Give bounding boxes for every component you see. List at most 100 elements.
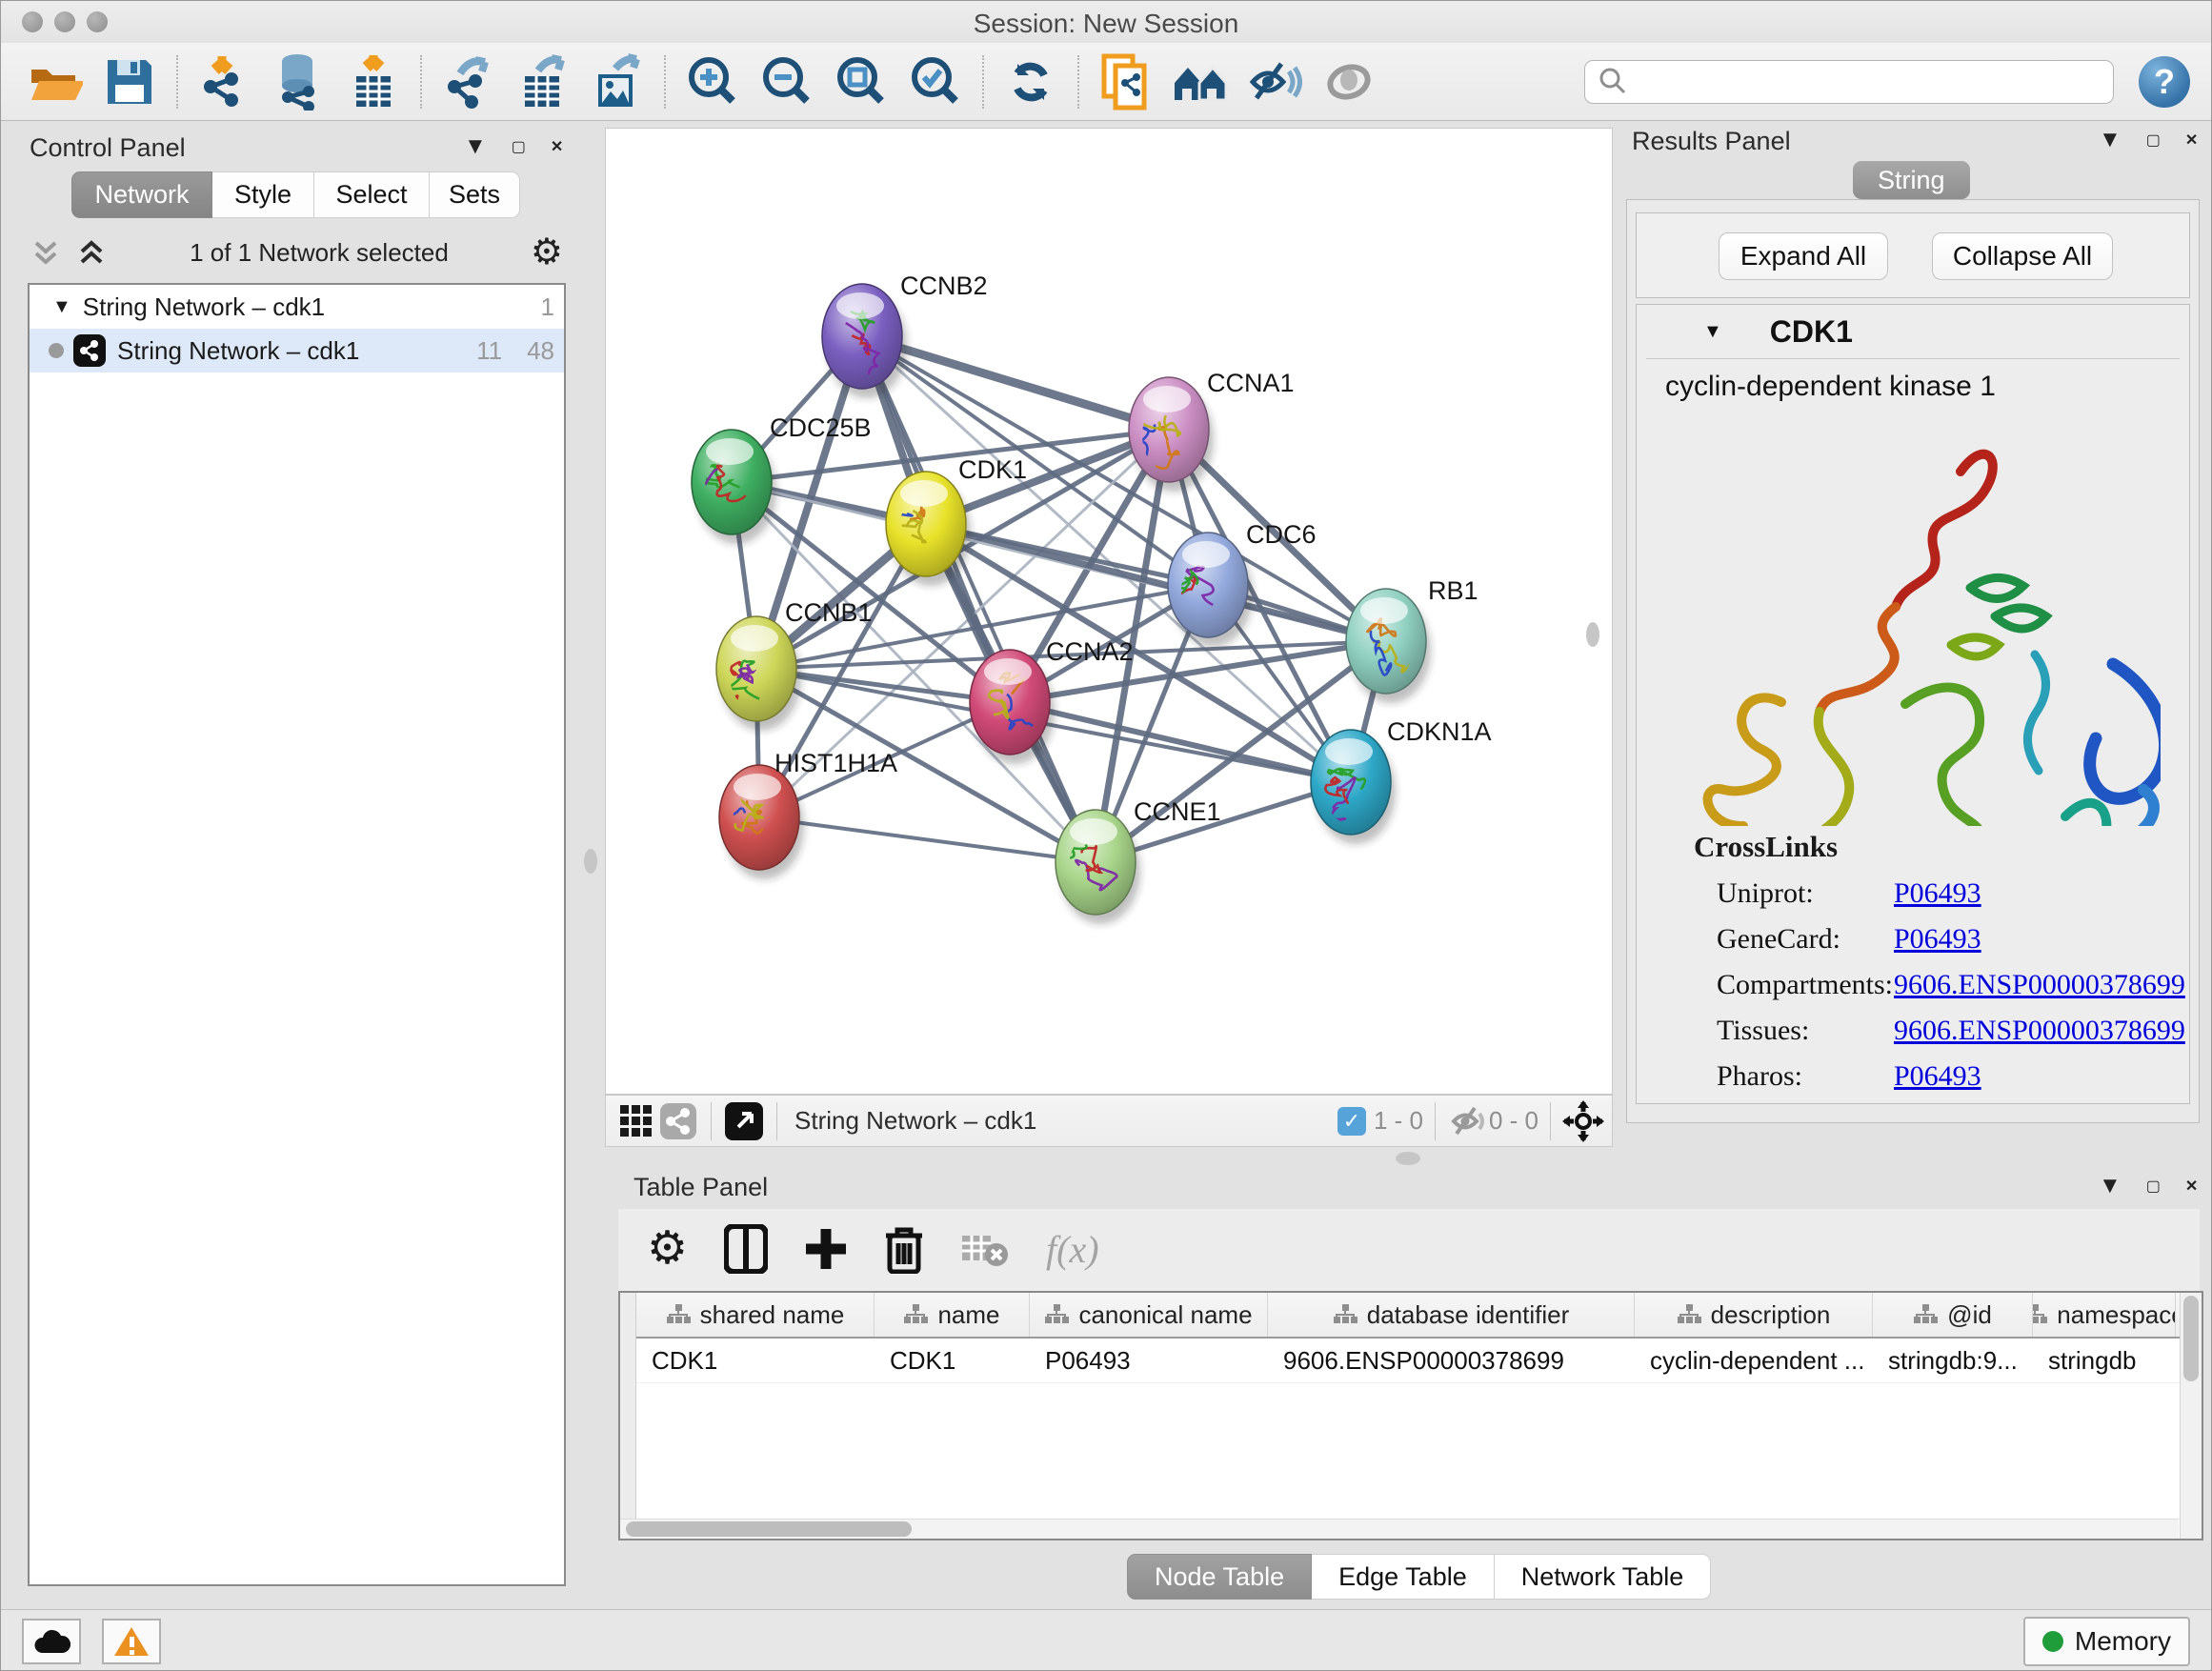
detach-view-icon[interactable] xyxy=(723,1100,765,1142)
warning-status-button[interactable] xyxy=(102,1619,161,1664)
table-cell[interactable]: CDK1 xyxy=(636,1339,875,1382)
search-input[interactable] xyxy=(1584,60,2114,104)
column-header--id[interactable]: @id xyxy=(1873,1293,2033,1337)
collection-expander-icon[interactable]: ▼ xyxy=(52,296,71,318)
table-cell[interactable]: stringdb xyxy=(2033,1339,2176,1382)
copy-network-button[interactable] xyxy=(1089,49,1163,115)
network-node-CCNB2[interactable]: CCNB2 xyxy=(822,272,988,398)
export-network-button[interactable] xyxy=(432,49,506,115)
column-header-shared-name[interactable]: shared name xyxy=(636,1293,875,1337)
tab-select[interactable]: Select xyxy=(314,171,430,218)
zoom-selected-button[interactable] xyxy=(898,49,973,115)
column-header-name[interactable]: name xyxy=(875,1293,1030,1337)
bottom-splitter-handle[interactable] xyxy=(1396,1152,1420,1165)
crosslink-pharos-link[interactable]: P06493 xyxy=(1894,1060,1981,1093)
column-header-database-identifier[interactable]: database identifier xyxy=(1268,1293,1635,1337)
protein-expander-icon[interactable]: ▼ xyxy=(1703,321,1722,343)
hide-unhide-button[interactable] xyxy=(1237,49,1312,115)
float-panel-icon[interactable]: ▢ xyxy=(512,137,526,156)
float-panel-icon[interactable]: ▢ xyxy=(2146,1177,2161,1196)
network-graph[interactable]: CCNB2CCNA1CDC25BCDK1CDC6RB1CCNB1CCNA2CDK… xyxy=(606,129,1612,1094)
network-edge-CCNB2-CCNE1[interactable] xyxy=(862,336,1096,862)
left-splitter-handle[interactable] xyxy=(584,849,597,874)
network-collection-row[interactable]: ▼ String Network – cdk1 1 xyxy=(30,285,564,329)
table-row[interactable]: CDK1CDK1P064939606.ENSP00000378699cyclin… xyxy=(636,1339,2180,1383)
close-panel-icon[interactable]: ✕ xyxy=(2185,131,2198,150)
crosslink-tissues-link[interactable]: 9606.ENSP00000378699 xyxy=(1894,1015,2185,1047)
open-session-button[interactable] xyxy=(18,49,92,115)
add-column-icon[interactable] xyxy=(804,1227,848,1271)
cloud-status-button[interactable] xyxy=(22,1619,81,1664)
column-header-canonical-name[interactable]: canonical name xyxy=(1030,1293,1268,1337)
function-builder-icon[interactable]: f(x) xyxy=(1046,1227,1099,1272)
expand-all-button[interactable]: Expand All xyxy=(1719,232,1888,280)
refresh-button[interactable] xyxy=(994,49,1068,115)
delete-column-icon[interactable] xyxy=(884,1224,924,1274)
import-network-database-button[interactable] xyxy=(262,49,336,115)
float-panel-icon[interactable]: ▢ xyxy=(2146,131,2161,150)
zoom-in-button[interactable] xyxy=(675,49,750,115)
home-view-button[interactable] xyxy=(1163,49,1237,115)
tab-edge-table[interactable]: Edge Table xyxy=(1312,1554,1495,1600)
close-panel-icon[interactable]: ✕ xyxy=(2185,1177,2198,1196)
delete-table-icon[interactable] xyxy=(960,1230,1010,1268)
expand-all-icon[interactable] xyxy=(30,235,62,270)
tab-string[interactable]: String xyxy=(1853,161,1970,199)
network-edge-CCNB2-CCNA1[interactable] xyxy=(862,336,1169,430)
show-columns-icon[interactable] xyxy=(724,1224,768,1274)
zoom-fit-button[interactable] xyxy=(824,49,898,115)
network-share-view-icon[interactable] xyxy=(657,1100,699,1142)
grid-view-icon[interactable] xyxy=(615,1100,657,1142)
table-cell[interactable]: 9606.ENSP00000378699 xyxy=(1268,1339,1635,1382)
network-row[interactable]: String Network – cdk1 11 48 xyxy=(30,329,564,372)
table-gear-icon[interactable]: ⚙ xyxy=(647,1226,688,1272)
tab-network-table[interactable]: Network Table xyxy=(1495,1554,1712,1600)
crosslink-compartments-link[interactable]: 9606.ENSP00000378699 xyxy=(1894,969,2185,1001)
table-cell[interactable]: cyclin-dependent ... xyxy=(1635,1339,1873,1382)
column-header-description[interactable]: description xyxy=(1635,1293,1873,1337)
export-image-button[interactable] xyxy=(580,49,654,115)
table-cell[interactable]: CDK1 xyxy=(875,1339,1030,1382)
memory-button[interactable]: Memory xyxy=(2023,1617,2190,1666)
network-node-HIST1H1A[interactable]: HIST1H1A xyxy=(706,749,897,879)
network-node-CDC25B[interactable]: CDC25B xyxy=(667,413,872,544)
network-options-gear-icon[interactable]: ⚙ xyxy=(531,243,563,262)
crosslink-uniprot-link[interactable]: P06493 xyxy=(1894,877,1981,910)
hscroll-thumb[interactable] xyxy=(626,1521,912,1537)
tab-sets[interactable]: Sets xyxy=(430,171,520,218)
panel-menu-icon[interactable]: ▼ xyxy=(2099,1173,2122,1199)
network-node-CDKN1A[interactable]: CDKN1A xyxy=(1311,717,1492,844)
export-table-button[interactable] xyxy=(506,49,580,115)
tab-node-table[interactable]: Node Table xyxy=(1127,1554,1312,1600)
tab-style[interactable]: Style xyxy=(212,171,314,218)
tab-network[interactable]: Network xyxy=(71,171,212,218)
network-edge-HIST1H1A-CCNE1[interactable] xyxy=(759,817,1096,862)
crosslink-genecard-link[interactable]: P06493 xyxy=(1894,923,1981,956)
column-header-namespace[interactable]: namespace xyxy=(2033,1293,2176,1337)
help-button[interactable]: ? xyxy=(2139,56,2190,108)
import-table-button[interactable] xyxy=(336,49,411,115)
close-panel-icon[interactable]: ✕ xyxy=(551,137,563,156)
zoom-out-button[interactable] xyxy=(750,49,824,115)
network-node-CDC6[interactable]: CDC6 xyxy=(1168,520,1317,647)
selected-checkbox-icon[interactable]: ✓ xyxy=(1337,1107,1366,1136)
network-node-CDK1[interactable]: CDK1 xyxy=(880,455,1027,586)
hidden-eye-icon[interactable] xyxy=(1447,1100,1489,1142)
panel-menu-icon[interactable]: ▼ xyxy=(2099,127,2122,153)
save-session-button[interactable] xyxy=(92,49,167,115)
network-canvas[interactable]: CCNB2CCNA1CDC25BCDK1CDC6RB1CCNB1CCNA2CDK… xyxy=(605,128,1613,1095)
show-graphics-button[interactable] xyxy=(1312,49,1386,115)
import-network-file-button[interactable] xyxy=(188,49,262,115)
table-cell[interactable]: stringdb:9... xyxy=(1873,1339,2033,1382)
vscroll-thumb[interactable] xyxy=(2183,1296,2199,1381)
panel-menu-icon[interactable]: ▼ xyxy=(464,133,487,160)
network-node-RB1[interactable]: RB1 xyxy=(1346,576,1478,703)
table-hscrollbar[interactable] xyxy=(620,1519,2179,1539)
collapse-all-button[interactable]: Collapse All xyxy=(1932,232,2113,280)
network-node-CCNA2[interactable]: CCNA2 xyxy=(970,637,1134,764)
table-cell[interactable]: P06493 xyxy=(1030,1339,1268,1382)
protein-header-row[interactable]: ▼ CDK1 xyxy=(1637,305,2189,358)
right-splitter-handle[interactable] xyxy=(1586,622,1599,647)
collapse-all-icon[interactable] xyxy=(75,235,108,270)
table-vscrollbar[interactable] xyxy=(2180,1293,2202,1539)
